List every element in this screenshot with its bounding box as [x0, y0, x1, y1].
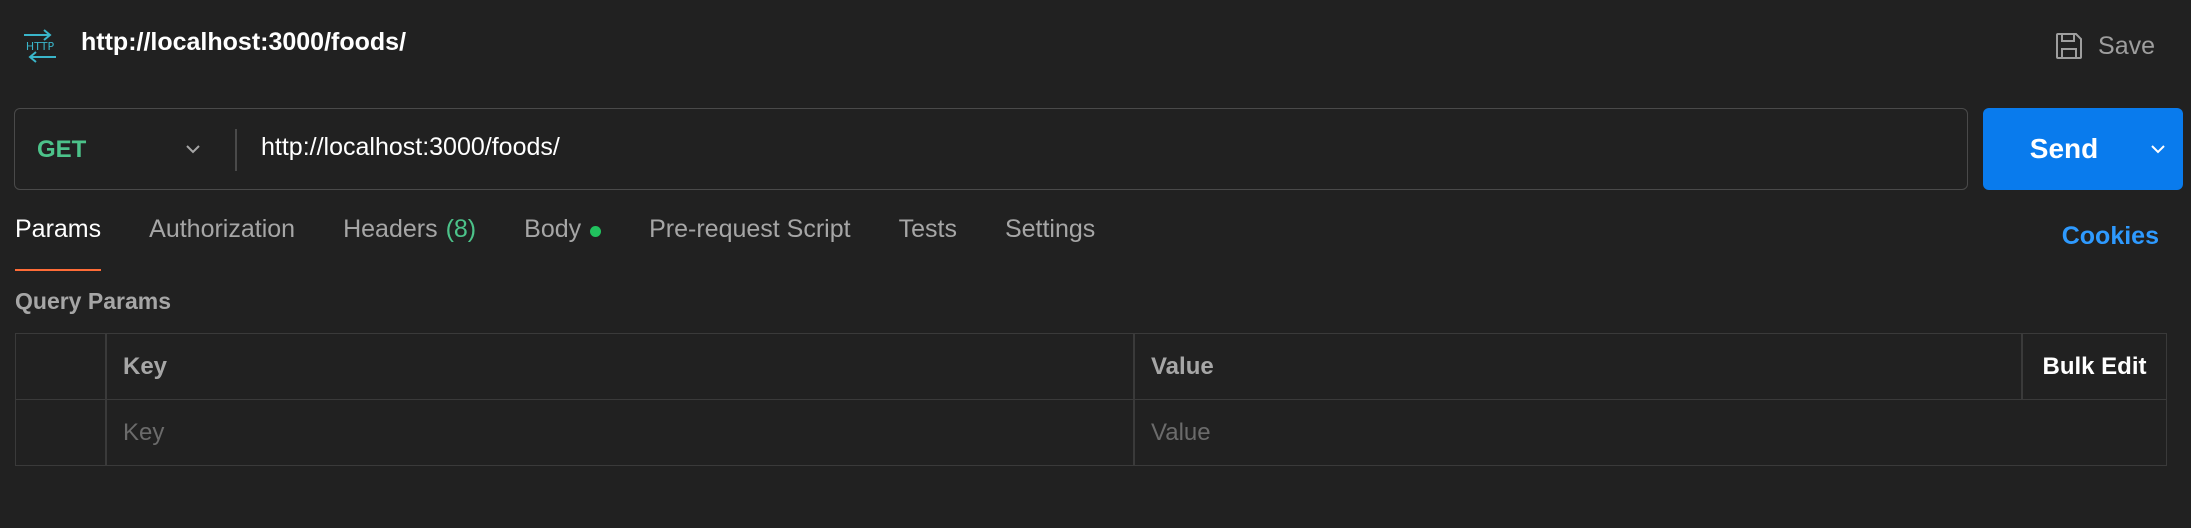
tab-headers[interactable]: Headers (8)	[343, 215, 476, 271]
tab-label: Authorization	[149, 215, 296, 243]
chevron-down-icon	[186, 145, 200, 154]
headers-count: (8)	[445, 215, 477, 243]
table-row	[16, 400, 2168, 466]
value-header-label: Value	[1151, 352, 1214, 380]
http-icon: HTTP	[24, 29, 56, 63]
tab-label: Body	[524, 215, 582, 243]
url-divider	[235, 129, 237, 171]
method-select[interactable]: GET	[15, 109, 235, 189]
value-column-header: Value	[1133, 334, 2021, 399]
key-cell	[105, 400, 1133, 466]
tab-pre-request-script[interactable]: Pre-request Script	[649, 215, 850, 271]
cookies-link[interactable]: Cookies	[2062, 222, 2159, 251]
request-title[interactable]: http://localhost:3000/foods/	[81, 28, 406, 57]
table-header-row: Key Value Bulk Edit	[16, 334, 2166, 400]
query-params-table: Key Value Bulk Edit	[15, 333, 2168, 466]
tab-authorization[interactable]: Authorization	[149, 215, 295, 271]
key-column-header: Key	[105, 334, 1133, 399]
send-options-button[interactable]	[2133, 108, 2183, 190]
save-button[interactable]: Save	[2054, 26, 2155, 66]
url-input[interactable]	[261, 109, 1951, 189]
send-button[interactable]: Send	[1983, 108, 2133, 190]
request-header: HTTP http://localhost:3000/foods/ Save	[0, 0, 2191, 90]
svg-text:HTTP: HTTP	[26, 40, 55, 53]
param-value-input[interactable]	[1151, 419, 2168, 447]
body-indicator-dot	[590, 226, 602, 237]
send-button-group: Send	[1983, 108, 2183, 190]
bulk-edit-label: Bulk Edit	[2042, 352, 2147, 380]
tab-body[interactable]: Body	[524, 215, 602, 271]
tab-label: Settings	[1004, 215, 1096, 243]
save-icon	[2056, 33, 2083, 59]
url-bar: GET	[14, 108, 1968, 190]
param-key-input[interactable]	[123, 419, 1133, 447]
tab-label: Params	[15, 215, 102, 243]
value-cell	[1133, 400, 2168, 466]
checkbox-column-header	[16, 334, 105, 399]
chevron-down-icon	[2151, 145, 2165, 154]
save-label: Save	[2098, 31, 2155, 60]
tab-params[interactable]: Params	[15, 215, 102, 271]
method-label: GET	[37, 136, 87, 163]
tab-label: Pre-request Script	[649, 215, 851, 243]
request-tabs: Params Authorization Headers (8) Body Pr…	[15, 215, 1143, 271]
tab-label: Tests	[898, 215, 957, 243]
tab-tests[interactable]: Tests	[899, 215, 957, 271]
query-params-title: Query Params	[15, 288, 171, 314]
tab-label: Headers	[343, 215, 438, 243]
tab-settings[interactable]: Settings	[1005, 215, 1095, 271]
bulk-edit-button[interactable]: Bulk Edit	[2021, 334, 2168, 399]
row-checkbox-cell	[16, 400, 105, 466]
key-header-label: Key	[123, 352, 168, 380]
